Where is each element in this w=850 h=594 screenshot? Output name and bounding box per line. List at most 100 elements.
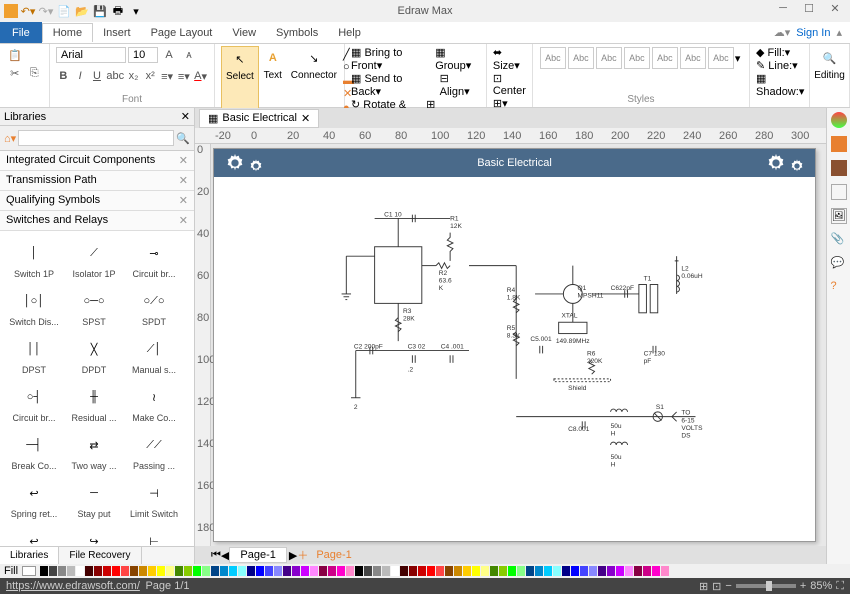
align-icon[interactable]: ≡▾ [176,67,191,85]
color-swatch[interactable] [202,566,210,576]
color-swatch[interactable] [571,566,579,576]
style-preset[interactable]: Abc [708,47,734,69]
color-swatch[interactable] [328,566,336,576]
center-btn[interactable]: ⊡ Center [493,73,526,97]
color-swatch[interactable] [265,566,273,576]
color-swatch[interactable] [175,566,183,576]
color-swatches[interactable] [40,566,670,576]
bring-front-btn[interactable]: ▦ Bring to Front▾ [351,46,428,72]
shape-item[interactable]: ╳DPDT [64,331,124,379]
menu-page-layout[interactable]: Page Layout [141,24,223,42]
qat-more-icon[interactable]: ▾ [128,3,144,19]
color-swatch[interactable] [139,566,147,576]
color-swatch[interactable] [319,566,327,576]
color-swatch[interactable] [211,566,219,576]
shape-item[interactable]: ⊣Limit Switch [124,475,184,523]
shadow-btn[interactable]: ▦ Shadow:▾ [756,73,804,98]
color-swatch[interactable] [130,566,138,576]
shape-item[interactable]: ╫Residual ... [64,379,124,427]
page-tab[interactable]: Page-1 [229,547,286,563]
color-swatch[interactable] [310,566,318,576]
style-preset[interactable]: Abc [596,47,622,69]
color-swatch[interactable] [427,566,435,576]
save-icon[interactable]: 💾 [92,3,108,19]
color-swatch[interactable] [409,566,417,576]
help-icon[interactable]: ? [831,280,847,296]
color-swatch[interactable] [517,566,525,576]
maximize-icon[interactable]: ☐ [798,2,820,20]
style-preset[interactable]: Abc [624,47,650,69]
open-icon[interactable]: 📂 [74,3,90,19]
menu-symbols[interactable]: Symbols [266,24,328,42]
zoom-out-icon[interactable]: − [725,580,731,592]
shape-item[interactable]: ─Stay put [64,475,124,523]
undo-icon[interactable]: ↶▾ [20,3,36,19]
lib-search-icon[interactable]: 🔍 [176,132,190,145]
color-swatch[interactable] [364,566,372,576]
color-swatch[interactable] [634,566,642,576]
color-swatch[interactable] [49,566,57,576]
bullets-icon[interactable]: ≡▾ [160,67,175,85]
page-nav-prev-icon[interactable]: ◀ [221,549,229,562]
color-swatch[interactable] [544,566,552,576]
color-swatch[interactable] [337,566,345,576]
close-icon[interactable]: ✕ [179,214,188,227]
ribbon-collapse-icon[interactable]: ▴ [836,26,842,39]
fit-width-icon[interactable]: ⊞ [699,580,708,593]
color-swatch[interactable] [418,566,426,576]
page-icon[interactable] [831,184,847,200]
file-recovery-tab[interactable]: File Recovery [59,547,141,564]
color-swatch[interactable] [400,566,408,576]
paste-icon[interactable]: 📋 [6,46,24,64]
color-swatch[interactable] [472,566,480,576]
style-icon[interactable] [831,136,847,152]
color-swatch[interactable] [580,566,588,576]
color-swatch[interactable] [229,566,237,576]
lib-category[interactable]: Switches and Relays✕ [0,211,194,231]
font-size-select[interactable] [128,47,158,63]
grow-font-icon[interactable]: A [160,46,178,64]
schematic-diagram[interactable]: C1 10 R112K R263.6K R328K C2 200pF C3 02… [314,209,775,511]
image-icon[interactable]: 🖼 [831,208,847,224]
color-swatch[interactable] [391,566,399,576]
lib-category[interactable]: Qualifying Symbols✕ [0,191,194,211]
style-more-icon[interactable]: ▾ [735,52,741,65]
color-swatch[interactable] [463,566,471,576]
comment-icon[interactable]: 💬 [831,256,847,272]
fullscreen-icon[interactable]: ⛶ [836,580,844,593]
color-swatch[interactable] [562,566,570,576]
color-swatch[interactable] [166,566,174,576]
underline-icon[interactable]: U [90,67,105,85]
shrink-font-icon[interactable]: ᴀ [180,46,198,64]
menu-view[interactable]: View [222,24,266,42]
color-swatch[interactable] [454,566,462,576]
shape-item[interactable]: ○─○SPST [64,283,124,331]
bold-icon[interactable]: B [56,67,71,85]
color-swatch[interactable] [121,566,129,576]
shape-item[interactable]: │Switch 1P [4,235,64,283]
drawing-page[interactable]: Basic Electrical C1 10 [213,148,816,542]
color-swatch[interactable] [499,566,507,576]
libraries-close-icon[interactable]: ✕ [181,110,190,123]
color-swatch[interactable] [148,566,156,576]
line-btn[interactable]: ✎ Line:▾ [756,60,798,72]
fit-page-icon[interactable]: ⊡ [712,580,721,593]
size-btn[interactable]: ⬌ Size▾ [493,47,520,72]
color-swatch[interactable] [589,566,597,576]
close-icon[interactable]: ✕ [301,112,310,125]
color-swatch[interactable] [355,566,363,576]
lib-category[interactable]: Integrated Circuit Components✕ [0,151,194,171]
color-swatch[interactable] [445,566,453,576]
shape-item[interactable]: ⟋Isolator 1P [64,235,124,283]
page-nav-first-icon[interactable]: ⏮ [211,549,221,562]
lib-home-icon[interactable]: ⌂▾ [4,132,16,145]
color-swatch[interactable] [256,566,264,576]
shape-item[interactable]: ○⟋○SPDT [124,283,184,331]
file-menu[interactable]: File [0,22,42,43]
no-fill-swatch[interactable] [22,566,36,576]
libraries-tab[interactable]: Libraries [0,547,59,564]
copy-icon[interactable]: ⎘ [26,64,44,82]
send-back-btn[interactable]: ▦ Send to Back▾ [351,72,433,98]
color-swatch[interactable] [652,566,660,576]
color-swatch[interactable] [373,566,381,576]
